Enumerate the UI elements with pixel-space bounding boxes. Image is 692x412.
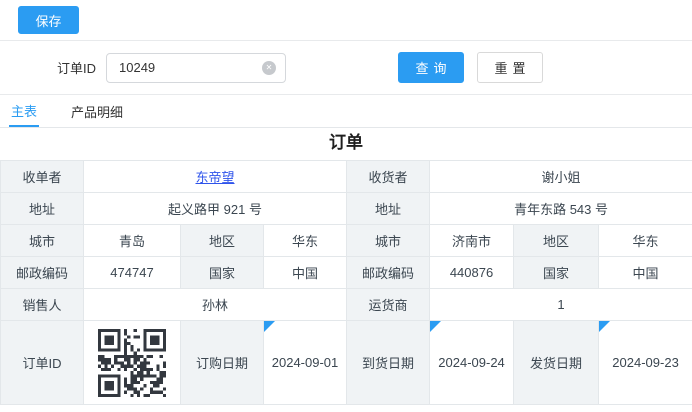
postcode1-cell: 474747	[84, 257, 181, 289]
tab-bar: 主表 产品明细	[0, 95, 692, 128]
shipped-date-label: 发货日期	[514, 321, 599, 405]
shipper-cell: 1	[430, 289, 692, 321]
consignor-link[interactable]: 东帝望	[196, 170, 235, 185]
clear-icon[interactable]: ✕	[262, 61, 276, 75]
city2-cell: 济南市	[430, 225, 514, 257]
qrcode-image	[84, 329, 180, 397]
shipper-label: 运货商	[347, 289, 430, 321]
salesperson-label: 销售人	[1, 289, 84, 321]
postcode1-label: 邮政编码	[1, 257, 84, 289]
country1-cell: 中国	[264, 257, 347, 289]
required-date-cell[interactable]: 2024-09-24	[430, 321, 514, 405]
table-row: 城市 青岛 地区 华东 城市 济南市 地区 华东	[1, 225, 692, 257]
city2-label: 城市	[347, 225, 430, 257]
order-detail-table: 收单者 东帝望 收货者 谢小姐 地址 起义路甲 921 号 地址 青年东路 54…	[0, 160, 692, 405]
table-row: 地址 起义路甲 921 号 地址 青年东路 543 号	[1, 193, 692, 225]
city1-cell: 青岛	[84, 225, 181, 257]
shipped-date-cell[interactable]: 2024-09-23	[599, 321, 692, 405]
region2-cell: 华东	[599, 225, 692, 257]
consignee-label: 收货者	[347, 161, 430, 193]
order-date-cell[interactable]: 2024-09-01	[264, 321, 347, 405]
query-bar: 订单ID ✕ 查询 重置	[0, 41, 692, 95]
required-date-label: 到货日期	[347, 321, 430, 405]
edited-corner-marker	[599, 321, 610, 332]
postcode2-cell: 440876	[430, 257, 514, 289]
city1-label: 城市	[1, 225, 84, 257]
table-row: 邮政编码 474747 国家 中国 邮政编码 440876 国家 中国	[1, 257, 692, 289]
address1-cell: 起义路甲 921 号	[84, 193, 347, 225]
region2-label: 地区	[514, 225, 599, 257]
salesperson-cell: 孙林	[84, 289, 347, 321]
search-button[interactable]: 查询	[398, 52, 464, 83]
order-id-input-wrap: ✕	[106, 53, 286, 83]
address2-cell: 青年东路 543 号	[430, 193, 692, 225]
order-id-row-label: 订单ID	[1, 321, 84, 405]
order-id-label: 订单ID	[57, 58, 96, 77]
country2-cell: 中国	[599, 257, 692, 289]
tab-product-detail[interactable]: 产品明细	[69, 96, 125, 127]
postcode2-label: 邮政编码	[347, 257, 430, 289]
country2-label: 国家	[514, 257, 599, 289]
order-id-input[interactable]	[106, 53, 286, 83]
edited-corner-marker	[430, 321, 441, 332]
top-toolbar: 保存	[0, 0, 692, 41]
region1-label: 地区	[181, 225, 264, 257]
table-row: 订单ID 订购日期 2024-09-01 到货日期 2024-09-24 发货日…	[1, 321, 692, 405]
table-row: 销售人 孙林 运货商 1	[1, 289, 692, 321]
region1-cell: 华东	[264, 225, 347, 257]
table-row: 收单者 东帝望 收货者 谢小姐	[1, 161, 692, 193]
tab-main-table[interactable]: 主表	[9, 96, 39, 127]
consignor-cell: 东帝望	[84, 161, 347, 193]
address1-label: 地址	[1, 193, 84, 225]
page-title: 订单	[0, 128, 692, 160]
order-date-label: 订购日期	[181, 321, 264, 405]
country1-label: 国家	[181, 257, 264, 289]
reset-button[interactable]: 重置	[477, 52, 543, 83]
address2-label: 地址	[347, 193, 430, 225]
consignor-label: 收单者	[1, 161, 84, 193]
save-button[interactable]: 保存	[18, 6, 79, 34]
edited-corner-marker	[264, 321, 275, 332]
consignee-cell: 谢小姐	[430, 161, 692, 193]
order-id-qr-cell	[84, 321, 181, 405]
